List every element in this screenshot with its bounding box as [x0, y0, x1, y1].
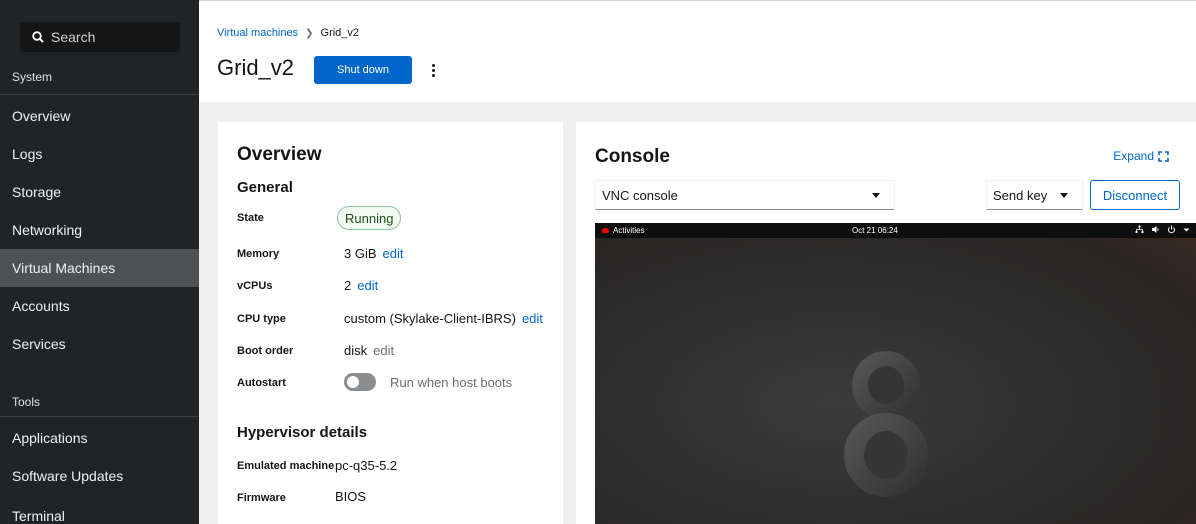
firmware-label: Firmware: [237, 492, 286, 504]
send-key-label: Send key: [993, 187, 1048, 203]
cpu-type-text: custom (Skylake-Client-IBRS): [344, 311, 516, 326]
firmware-value: BIOS: [335, 489, 367, 504]
chevron-down-icon: [1183, 228, 1190, 232]
autostart-label: Autostart: [237, 377, 286, 389]
redhat-logo-icon: [602, 228, 609, 233]
vnc-top-bar: Activities Oct 21 06:24: [595, 223, 1196, 238]
sidebar-item-overview[interactable]: Overview: [0, 97, 199, 135]
boot-order-edit-link[interactable]: edit: [373, 343, 394, 358]
memory-edit-link[interactable]: edit: [383, 246, 404, 261]
autostart-toggle[interactable]: [344, 373, 376, 391]
os-logo-eight-icon: [844, 351, 928, 497]
vnc-activities[interactable]: Activities: [602, 226, 645, 235]
emulated-machine-value: pc-q35-5.2: [335, 458, 398, 473]
cpu-type-value: custom (Skylake-Client-IBRS) edit: [344, 311, 543, 326]
vnc-clock: Oct 21 06:24: [852, 226, 898, 235]
sidebar-item-virtual-machines[interactable]: Virtual Machines: [0, 249, 199, 287]
power-icon: [1168, 225, 1175, 234]
overview-card: Overview General State Running Memory 3 …: [218, 122, 563, 524]
memory-label: Memory: [237, 248, 280, 260]
sidebar-item-terminal[interactable]: Terminal: [0, 497, 199, 524]
sidebar-item-storage[interactable]: Storage: [0, 173, 199, 211]
caret-down-icon: [1060, 193, 1068, 198]
memory-value: 3 GiB edit: [344, 246, 403, 261]
volume-icon: [1152, 226, 1159, 233]
nav-divider: [0, 94, 199, 95]
sidebar-nav: Search System Overview Logs Storage Netw…: [0, 0, 199, 524]
shut-down-button[interactable]: Shut down: [314, 56, 412, 84]
vnc-activities-label: Activities: [613, 226, 645, 235]
status-badge: Running: [337, 206, 402, 230]
search-placeholder: Search: [51, 29, 96, 45]
vcpus-count: 2: [344, 278, 352, 293]
hypervisor-section-title: Hypervisor details: [237, 424, 368, 441]
page-header: Virtual machines ❯ Grid_v2 Grid_v2 Shut …: [199, 0, 1196, 102]
breadcrumb-link-virtual-machines[interactable]: Virtual machines: [217, 27, 298, 39]
vcpus-value: 2 edit: [344, 278, 378, 293]
console-type-value: VNC console: [602, 187, 678, 203]
autostart-value: Run when host boots: [344, 373, 512, 391]
state-label: State: [237, 212, 264, 224]
vnc-system-tray[interactable]: [1135, 225, 1190, 234]
sidebar-item-accounts[interactable]: Accounts: [0, 287, 199, 325]
nav-group-system: System: [12, 70, 53, 84]
general-section-title: General: [237, 179, 293, 196]
boot-order-text: disk: [344, 343, 368, 358]
page-title: Grid_v2: [217, 55, 295, 80]
expand-link[interactable]: Expand: [1113, 149, 1169, 163]
chevron-right-icon: ❯: [305, 27, 314, 39]
console-title: Console: [595, 146, 670, 167]
network-icon: [1135, 225, 1144, 233]
sidebar-item-software-updates[interactable]: Software Updates: [0, 457, 199, 495]
disconnect-button[interactable]: Disconnect: [1090, 180, 1180, 210]
send-key-dropdown[interactable]: Send key: [986, 180, 1083, 210]
boot-order-value: disk edit: [344, 343, 394, 358]
sidebar-item-logs[interactable]: Logs: [0, 135, 199, 173]
cpu-type-label: CPU type: [237, 313, 286, 325]
search-input[interactable]: Search: [20, 22, 180, 52]
caret-down-icon: [872, 193, 880, 198]
overview-title: Overview: [237, 144, 322, 165]
console-card: Console Expand VNC console Send key Disc…: [576, 122, 1196, 524]
breadcrumb-current: Grid_v2: [320, 27, 360, 39]
sidebar-item-applications[interactable]: Applications: [0, 419, 199, 457]
kebab-menu-icon[interactable]: [425, 58, 441, 82]
vcpus-label: vCPUs: [237, 280, 273, 292]
search-icon: [32, 31, 44, 43]
vcpus-edit-link[interactable]: edit: [357, 278, 378, 293]
nav-divider: [0, 416, 199, 417]
sidebar-item-networking[interactable]: Networking: [0, 211, 199, 249]
vnc-console-screen[interactable]: Activities Oct 21 06:24: [595, 223, 1196, 524]
memory-amount: 3 GiB: [344, 246, 377, 261]
sidebar-item-services[interactable]: Services: [0, 325, 199, 363]
autostart-toggle-label: Run when host boots: [390, 374, 513, 390]
nav-group-tools: Tools: [12, 395, 41, 409]
breadcrumb: Virtual machines ❯ Grid_v2: [217, 27, 359, 39]
expand-label: Expand: [1113, 149, 1154, 163]
expand-icon: [1158, 150, 1169, 162]
cpu-type-edit-link[interactable]: edit: [522, 311, 543, 326]
console-type-select[interactable]: VNC console: [595, 180, 895, 210]
boot-order-label: Boot order: [237, 345, 294, 357]
emulated-machine-label: Emulated machine: [237, 460, 335, 472]
